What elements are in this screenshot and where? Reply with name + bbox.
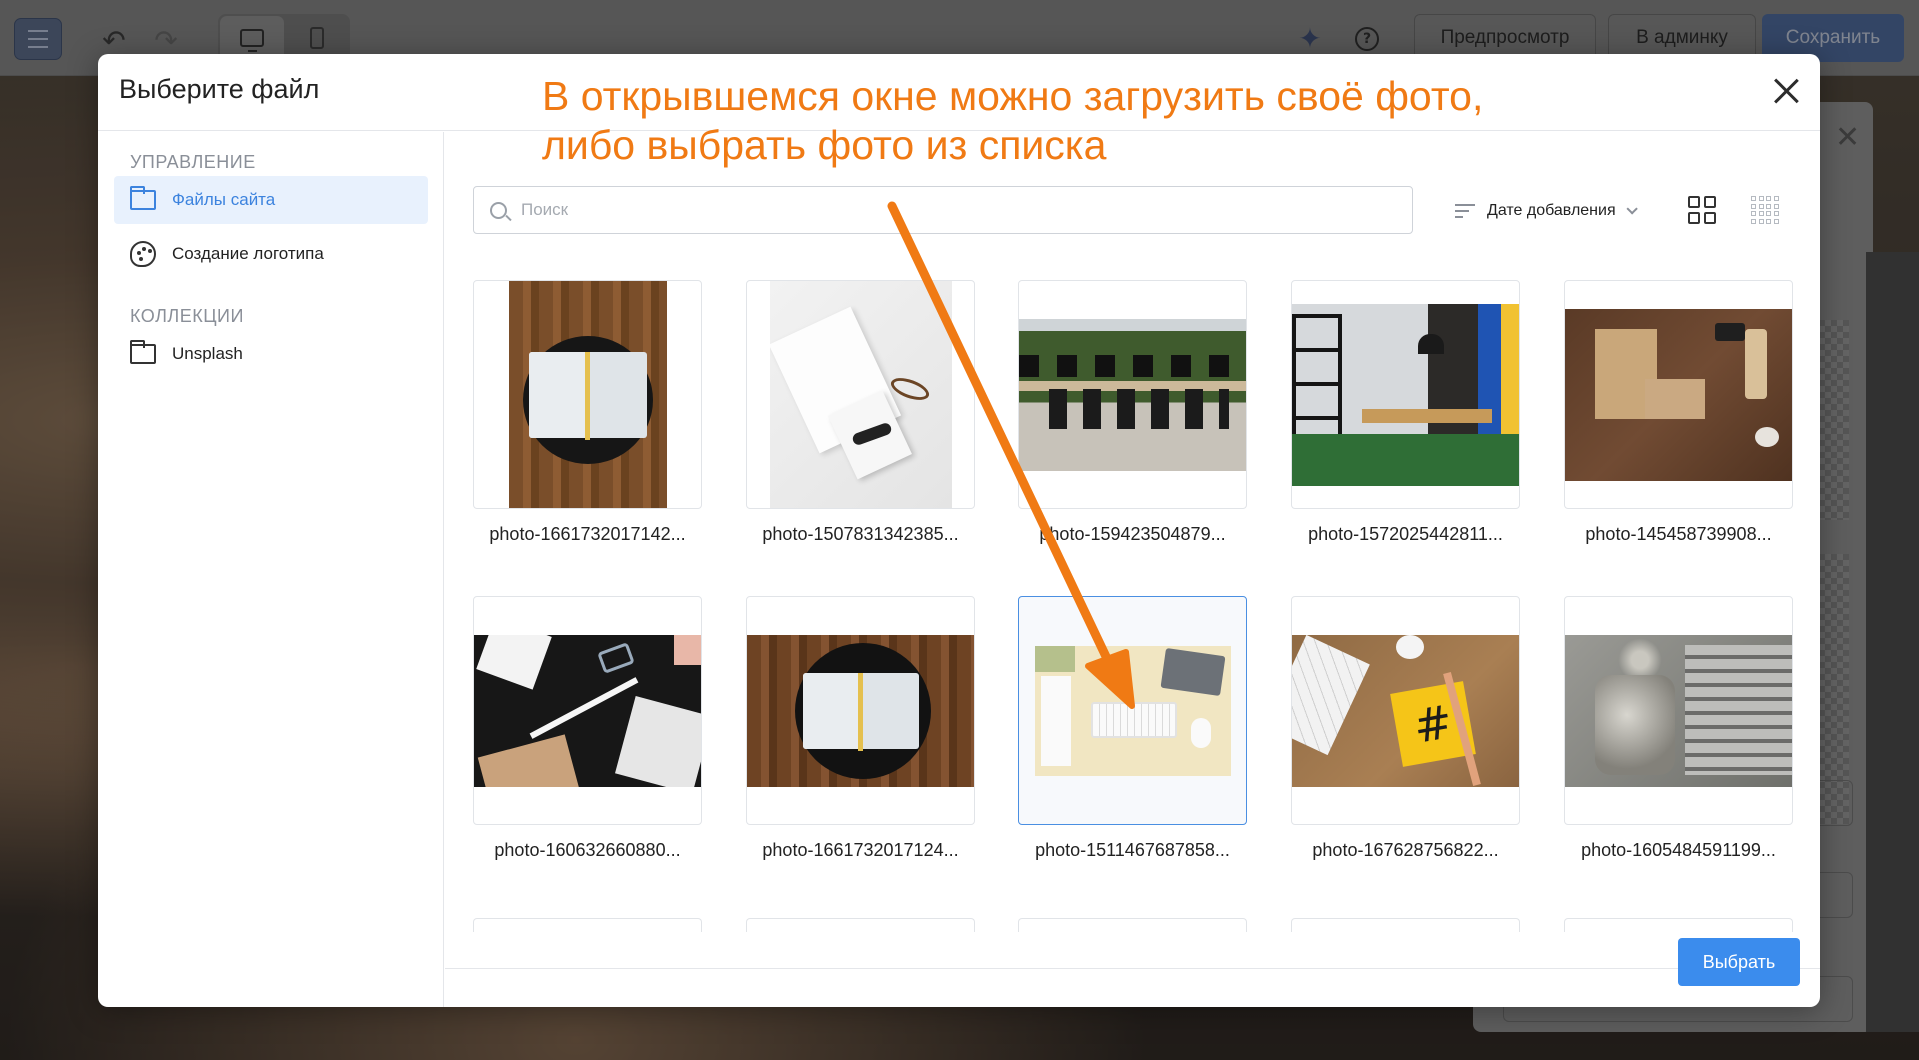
file-thumbnail — [746, 280, 975, 509]
file-tile-selected[interactable]: photo-1511467687858... — [1018, 596, 1247, 861]
modal-title: Выберите файл — [119, 74, 320, 104]
file-name: photo-145458739908... — [1585, 524, 1772, 544]
file-tile[interactable]: photo-1661732017142... — [473, 280, 702, 545]
file-name: photo-160632660880... — [494, 840, 681, 860]
sort-label: Дате добавления — [1487, 202, 1616, 219]
file-tile[interactable]: photo-160632660880... — [473, 596, 702, 861]
file-name: photo-1661732017124... — [762, 840, 959, 860]
file-name: photo-1511467687858... — [1035, 840, 1230, 860]
file-tile[interactable] — [473, 918, 702, 932]
file-thumbnail — [1564, 280, 1793, 509]
file-tile[interactable]: photo-145458739908... — [1564, 280, 1793, 545]
sidebar-item-logo-creation[interactable]: Создание логотипа — [114, 230, 428, 278]
small-grid-view-icon[interactable] — [1751, 196, 1779, 224]
large-grid-view-icon[interactable] — [1688, 196, 1716, 224]
file-name: photo-1572025442811... — [1308, 524, 1503, 544]
file-tile[interactable]: photo-1661732017124... — [746, 596, 975, 861]
file-thumbnail — [473, 280, 702, 509]
file-tile[interactable] — [746, 918, 975, 932]
section-heading-manage: УПРАВЛЕНИЕ — [130, 152, 256, 172]
sidebar-item-label: Создание логотипа — [172, 244, 324, 263]
file-tile[interactable]: photo-1572025442811... — [1291, 280, 1520, 545]
file-tile[interactable]: photo-1605484591199... — [1564, 596, 1793, 861]
file-thumbnail — [473, 918, 702, 932]
file-thumbnail — [473, 596, 702, 825]
file-browser: Дате добавления photo-1661732017142... p… — [445, 132, 1820, 1007]
search-input[interactable] — [521, 200, 1381, 220]
folder-icon — [130, 186, 156, 210]
folder-icon — [130, 340, 156, 364]
file-picker-modal: Выберите файл УПРАВЛЕНИЕ Файлы сайта Соз… — [98, 54, 1820, 1007]
file-tile[interactable] — [1291, 918, 1520, 932]
file-thumbnail — [746, 918, 975, 932]
file-thumbnail — [746, 596, 975, 825]
footer-divider — [445, 968, 1820, 969]
file-thumbnail — [1291, 918, 1520, 932]
file-source-sidebar: УПРАВЛЕНИЕ Файлы сайта Создание логотипа… — [98, 132, 444, 1007]
sidebar-item-label: Unsplash — [172, 344, 243, 363]
sidebar-item-unsplash[interactable]: Unsplash — [114, 330, 428, 378]
close-icon[interactable] — [1770, 74, 1804, 108]
search-box[interactable] — [473, 186, 1413, 234]
sort-icon — [1455, 202, 1477, 220]
file-name: photo-159423504879... — [1039, 524, 1226, 544]
file-name: photo-1661732017142... — [489, 524, 686, 544]
file-tile[interactable]: photo-159423504879... — [1018, 280, 1247, 545]
file-tile[interactable]: # photo-167628756822... — [1291, 596, 1520, 861]
sidebar-item-site-files[interactable]: Файлы сайта — [114, 176, 428, 224]
file-thumbnail: # — [1291, 596, 1520, 825]
file-name: photo-1605484591199... — [1581, 840, 1776, 860]
section-heading-collections: КОЛЛЕКЦИИ — [130, 306, 244, 326]
search-icon — [490, 201, 507, 219]
file-thumbnail — [1018, 596, 1247, 825]
select-button[interactable]: Выбрать — [1678, 938, 1800, 986]
file-tile[interactable] — [1564, 918, 1793, 932]
palette-icon — [130, 241, 156, 267]
file-grid: photo-1661732017142... photo-15078313423… — [473, 280, 1793, 932]
file-tile[interactable] — [1018, 918, 1247, 932]
sidebar-item-label: Файлы сайта — [172, 190, 276, 209]
file-name: photo-1507831342385... — [762, 524, 959, 544]
file-thumbnail — [1564, 918, 1793, 932]
file-thumbnail — [1564, 596, 1793, 825]
file-name: photo-167628756822... — [1312, 840, 1499, 860]
file-tile[interactable]: photo-1507831342385... — [746, 280, 975, 545]
file-thumbnail — [1291, 280, 1520, 509]
sort-dropdown[interactable]: Дате добавления — [1455, 196, 1638, 226]
file-thumbnail — [1018, 918, 1247, 932]
tutorial-annotation: В открывшемся окне можно загрузить своё … — [542, 72, 1542, 170]
annotation-line-2: либо выбрать фото из списка — [542, 122, 1107, 168]
annotation-line-1: В открывшемся окне можно загрузить своё … — [542, 73, 1484, 119]
file-thumbnail — [1018, 280, 1247, 509]
chevron-down-icon — [1626, 203, 1638, 215]
